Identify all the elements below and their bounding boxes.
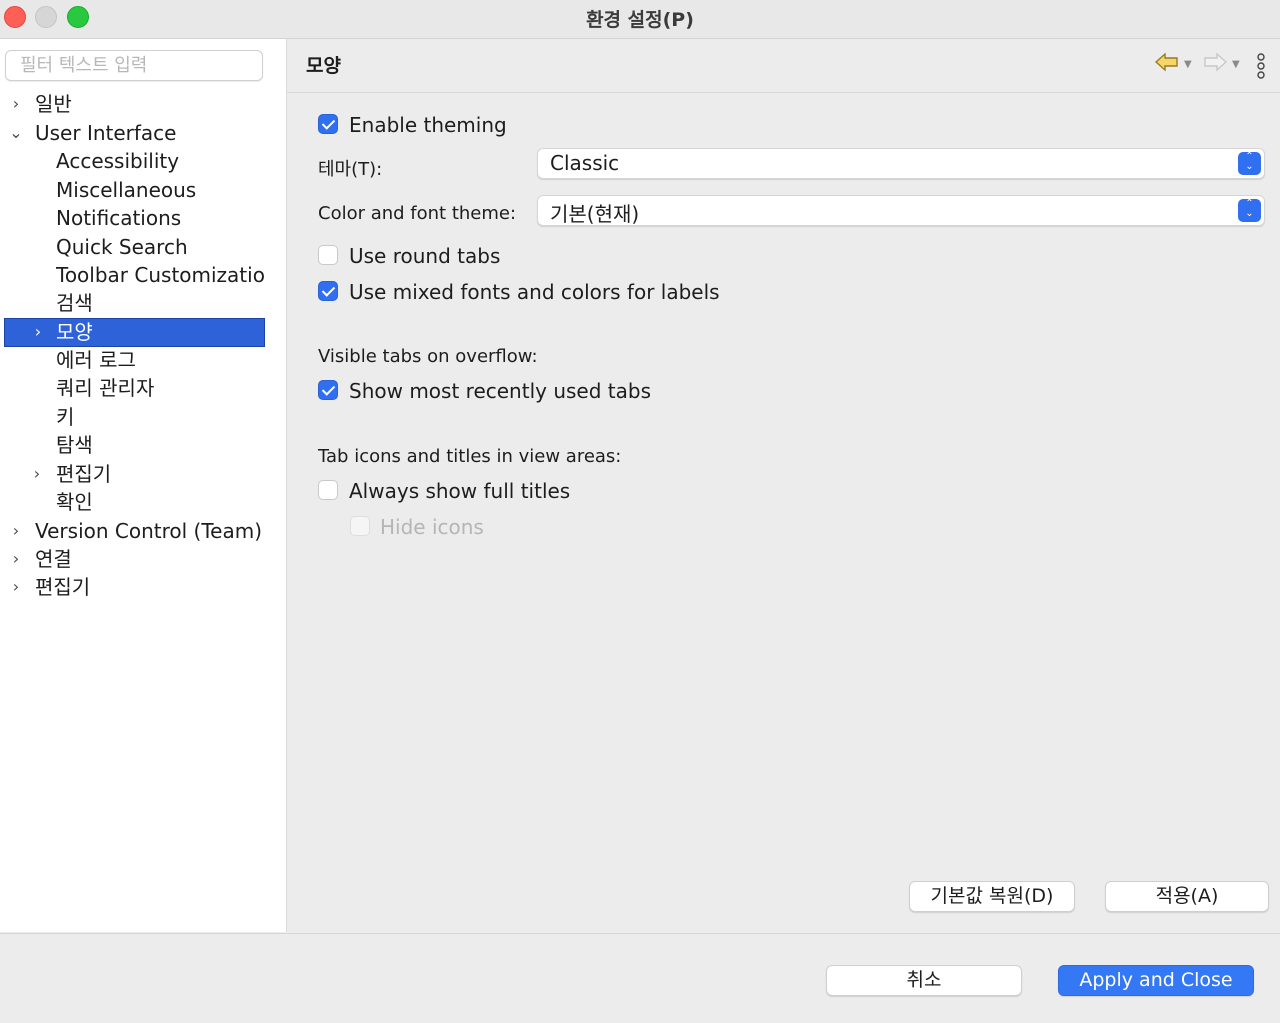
updown-arrows-icon: ⌃ ⌄ <box>1238 152 1261 175</box>
back-dropdown-icon[interactable]: ▼ <box>1184 59 1192 70</box>
tree-item-quick-search[interactable]: Quick Search <box>56 233 188 261</box>
tree-item-notifications[interactable]: Notifications <box>56 204 181 232</box>
enable-theming-checkbox[interactable] <box>318 114 338 134</box>
forward-dropdown-icon: ▼ <box>1232 59 1240 70</box>
apply-and-close-button[interactable]: Apply and Close <box>1058 965 1254 996</box>
chevron-right-icon[interactable]: › <box>8 573 24 601</box>
tree-item-version-control[interactable]: › Version Control (Team) <box>0 517 286 545</box>
tree-item-editors[interactable]: › 편집기 <box>0 573 286 601</box>
title-bar: 환경 설정(P) <box>0 0 1280 39</box>
chevron-right-icon[interactable]: › <box>8 517 24 545</box>
mru-tabs-checkbox[interactable] <box>318 380 338 400</box>
filter-input[interactable] <box>5 50 263 81</box>
color-font-theme-select[interactable]: 기본(현재) ⌃ ⌄ <box>537 195 1265 226</box>
mixed-fonts-label: Use mixed fonts and colors for labels <box>349 280 720 304</box>
hide-icons-checkbox <box>350 516 370 536</box>
round-tabs-label: Use round tabs <box>349 244 501 268</box>
full-titles-checkbox[interactable] <box>318 480 338 500</box>
updown-arrows-icon: ⌃ ⌄ <box>1238 199 1261 222</box>
tree-item-toolbar-customization[interactable]: Toolbar Customization <box>56 261 265 289</box>
chevron-right-icon[interactable]: › <box>29 460 45 488</box>
round-tabs-checkbox[interactable] <box>318 245 338 265</box>
enable-theming-label: Enable theming <box>349 113 507 137</box>
tree-item-connections[interactable]: › 연결 <box>0 545 286 573</box>
page-header: 모양 ▼ ▼ <box>287 39 1280 93</box>
restore-defaults-button[interactable]: 기본값 복원(D) <box>909 881 1075 912</box>
tree-item-error-log[interactable]: 에러 로그 <box>56 346 136 374</box>
tree-item-navigation[interactable]: 탐색 <box>56 431 93 459</box>
cancel-button[interactable]: 취소 <box>826 965 1022 996</box>
forward-arrow-icon <box>1203 52 1228 78</box>
tree-item-appearance[interactable]: › 모양 <box>4 318 265 347</box>
tree-item-general[interactable]: › 일반 <box>0 90 286 118</box>
tree-item-keys[interactable]: 키 <box>56 403 74 431</box>
tab-icons-heading: Tab icons and titles in view areas: <box>318 446 622 467</box>
mru-tabs-label: Show most recently used tabs <box>349 379 651 403</box>
theme-label: 테마(T): <box>318 159 383 180</box>
tree-item-confirm[interactable]: 확인 <box>56 488 93 516</box>
apply-button[interactable]: 적용(A) <box>1105 881 1269 912</box>
tree-item-query-manager[interactable]: 쿼리 관리자 <box>56 374 154 402</box>
chevron-right-icon[interactable]: › <box>8 545 24 573</box>
dialog-footer: 취소 Apply and Close <box>0 933 1280 1023</box>
chevron-right-icon[interactable]: › <box>30 318 46 346</box>
overflow-heading: Visible tabs on overflow: <box>318 346 538 367</box>
full-titles-label: Always show full titles <box>349 479 571 503</box>
preferences-sidebar: › 일반 ⌄ User Interface Accessibility Misc… <box>0 39 287 932</box>
more-menu-icon[interactable] <box>1256 53 1266 83</box>
tree-item-user-interface[interactable]: ⌄ User Interface <box>0 119 286 147</box>
tree-item-search[interactable]: 검색 <box>56 289 93 317</box>
theme-select[interactable]: Classic ⌃ ⌄ <box>537 148 1265 179</box>
chevron-right-icon[interactable]: › <box>8 90 24 118</box>
tree-item-miscellaneous[interactable]: Miscellaneous <box>56 176 196 204</box>
tree-item-ui-editors[interactable]: › 편집기 <box>0 460 286 488</box>
window-title: 환경 설정(P) <box>586 9 694 31</box>
tree-item-accessibility[interactable]: Accessibility <box>56 147 179 175</box>
chevron-down-icon[interactable]: ⌄ <box>8 119 24 147</box>
back-arrow-icon[interactable] <box>1154 52 1179 78</box>
hide-icons-label: Hide icons <box>380 515 484 539</box>
color-font-theme-label: Color and font theme: <box>318 203 517 224</box>
page-title: 모양 <box>306 55 341 77</box>
mixed-fonts-checkbox[interactable] <box>318 281 338 301</box>
